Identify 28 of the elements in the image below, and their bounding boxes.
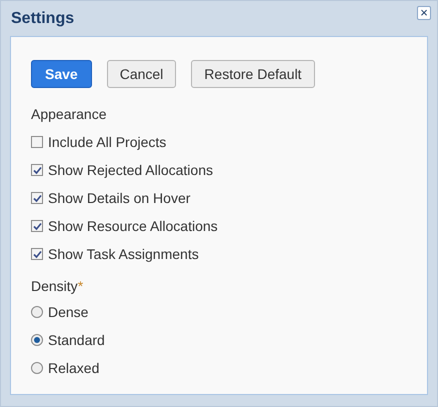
option-label: Show Details on Hover xyxy=(48,188,190,208)
save-button[interactable]: Save xyxy=(31,60,92,88)
option-label: Include All Projects xyxy=(48,132,166,152)
radio-button[interactable] xyxy=(31,334,43,346)
checkbox[interactable] xyxy=(31,164,43,176)
option-label: Dense xyxy=(48,302,88,322)
section-label: Density xyxy=(31,277,78,296)
required-mark: * xyxy=(78,277,84,296)
checkmark-icon xyxy=(32,222,42,230)
checkbox[interactable] xyxy=(31,192,43,204)
radio-button[interactable] xyxy=(31,362,43,374)
checkmark-icon xyxy=(32,166,42,174)
checkbox[interactable] xyxy=(31,220,43,232)
secondary-button[interactable]: Restore Default xyxy=(191,60,315,88)
secondary-button[interactable]: Cancel xyxy=(106,60,176,88)
section-label: Appearance xyxy=(31,105,108,124)
checkmark-icon xyxy=(32,250,42,258)
checkbox[interactable] xyxy=(31,136,43,148)
close-button[interactable]: × xyxy=(417,6,431,20)
option-label: Show Resource Allocations xyxy=(48,216,218,236)
checkbox[interactable] xyxy=(31,248,43,260)
radio-button[interactable] xyxy=(31,306,43,318)
window-title: Settings xyxy=(11,8,74,28)
option-label: Show Task Assignments xyxy=(48,244,199,264)
checkmark-icon xyxy=(32,194,42,202)
option-label: Show Rejected Allocations xyxy=(48,160,213,180)
option-label: Relaxed xyxy=(48,358,100,378)
option-label: Standard xyxy=(48,330,105,350)
